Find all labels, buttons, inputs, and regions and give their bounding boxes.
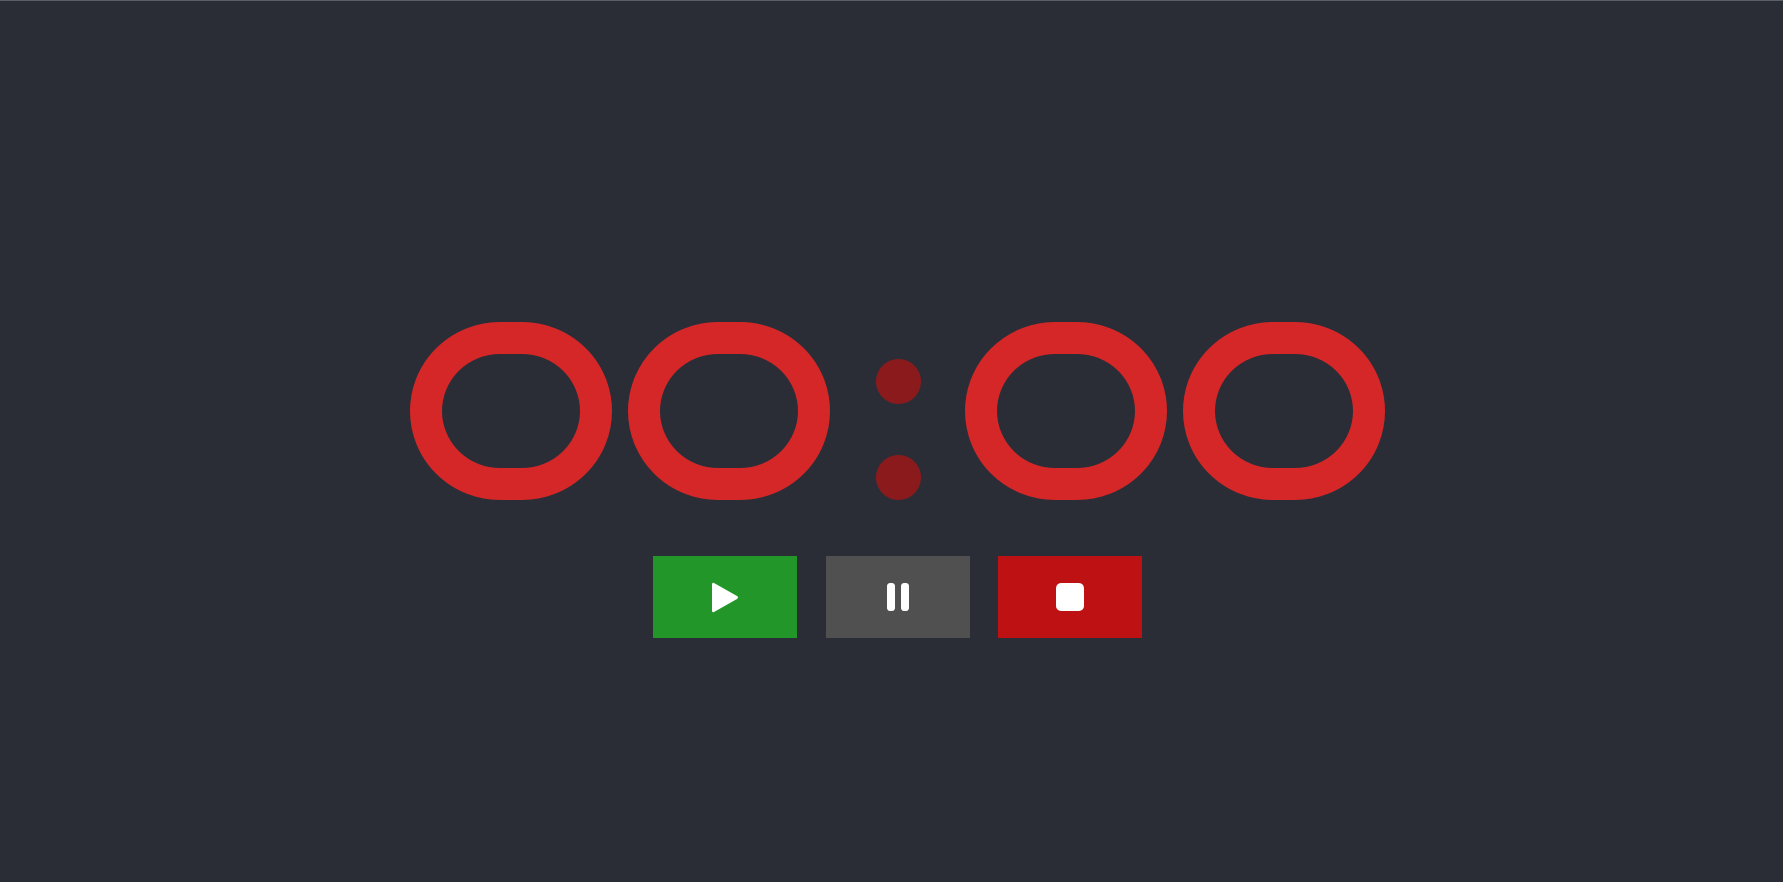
stop-icon (1056, 583, 1084, 611)
colon-dot-bottom (876, 455, 921, 500)
pause-button[interactable] (826, 556, 970, 638)
play-icon (712, 582, 738, 613)
colon-dot-top (876, 359, 921, 404)
pause-icon (887, 583, 909, 611)
timer-digit-minutes-ones (628, 322, 830, 500)
timer-app (0, 0, 1783, 882)
timer-digit-minutes-tens (410, 322, 612, 500)
digit-zero-segment (628, 322, 830, 500)
timer-digit-seconds-tens (965, 322, 1167, 500)
digit-zero-segment (965, 322, 1167, 500)
play-button[interactable] (653, 556, 797, 638)
digit-zero-segment (1183, 322, 1385, 500)
digit-zero-segment (410, 322, 612, 500)
timer-digit-seconds-ones (1183, 322, 1385, 500)
stop-button[interactable] (998, 556, 1142, 638)
